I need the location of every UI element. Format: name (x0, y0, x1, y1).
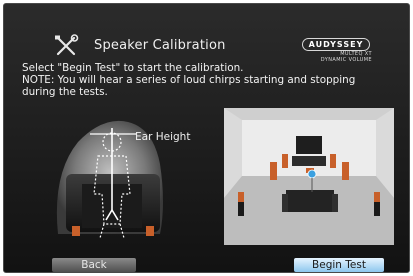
room-speaker-illustration (224, 108, 394, 245)
audyssey-logo: AUDYSSEY MULTEQ XT DYNAMIC VOLUME (290, 32, 382, 63)
instruction-line-3: during the tests. (22, 86, 108, 98)
back-button[interactable]: Back (52, 258, 136, 272)
instruction-line-2: NOTE: You will hear a series of loud chi… (22, 74, 356, 86)
instruction-line-1: Select "Begin Test" to start the calibra… (22, 62, 244, 74)
page-title: Speaker Calibration (94, 38, 226, 53)
tv-icon (292, 136, 326, 166)
audyssey-logo-text: AUDYSSEY (301, 38, 371, 51)
instructions-text: Select "Begin Test" to start the calibra… (22, 62, 406, 98)
sofa-icon (282, 190, 338, 212)
calibration-screen: Speaker Calibration AUDYSSEY MULTEQ XT D… (3, 3, 410, 273)
begin-test-button[interactable]: Begin Test (294, 258, 384, 272)
tools-icon (55, 34, 79, 56)
ear-height-label: Ear Height (135, 131, 191, 143)
